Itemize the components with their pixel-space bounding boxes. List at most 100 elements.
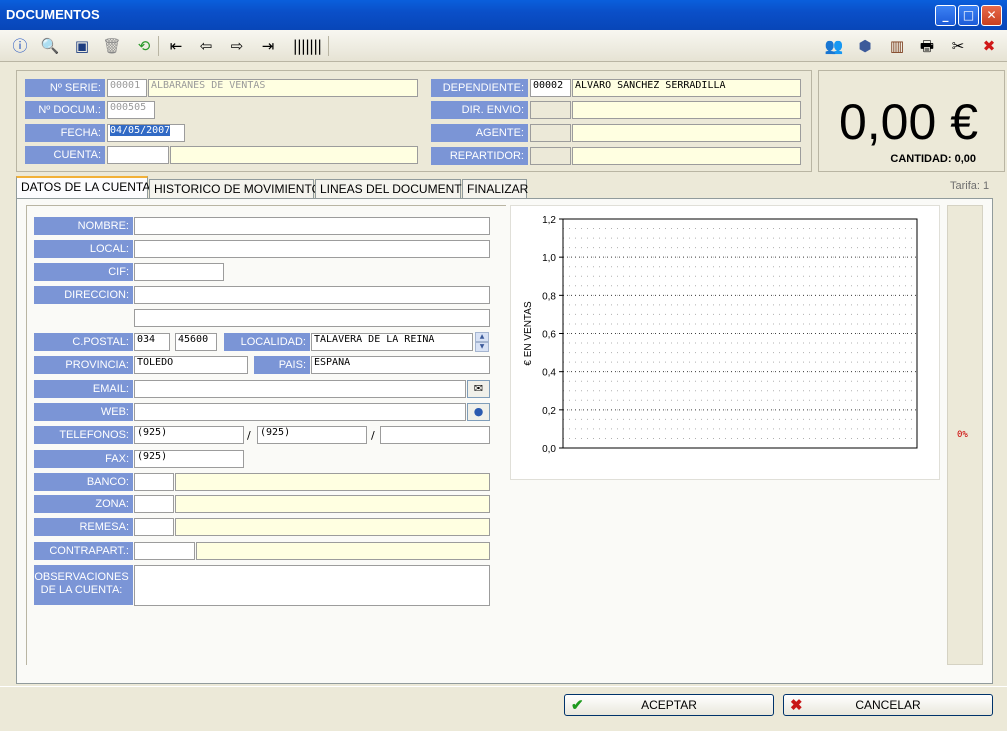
first-record-icon[interactable]: ⇤ (164, 34, 188, 58)
window-title: DOCUMENTOS (6, 7, 100, 22)
accept-label: ACEPTAR (641, 698, 697, 712)
box-icon[interactable]: ⬢ (853, 34, 877, 58)
direccion-field-1[interactable] (134, 286, 490, 304)
search-icon[interactable]: 🔍 (38, 34, 62, 58)
web-label: WEB: (34, 403, 133, 421)
tarifa-label: Tarifa: 1 (950, 180, 990, 192)
save-icon[interactable]: ▣ (70, 34, 94, 58)
serie-code-field[interactable]: 00001 (107, 79, 147, 97)
pais-field[interactable]: ESPAÑA (311, 356, 490, 374)
globe-icon[interactable]: ● (467, 403, 490, 421)
nombre-label: NOMBRE: (34, 217, 133, 235)
observaciones-field[interactable] (134, 565, 490, 606)
localidad-spinner[interactable]: ▲ ▼ (475, 332, 489, 352)
tab-historico[interactable]: HISTORICO DE MOVIMIENTOS (149, 179, 329, 198)
refresh-icon[interactable]: ⟲ (132, 34, 156, 58)
spin-down-icon[interactable]: ▼ (475, 342, 489, 352)
mail-icon[interactable]: ✉ (467, 380, 490, 398)
nombre-field[interactable] (134, 217, 490, 235)
cif-field[interactable] (134, 263, 224, 281)
observaciones-label: OBSERVACIONES DE LA CUENTA: (34, 565, 133, 605)
last-record-icon[interactable]: ⇥ (256, 34, 280, 58)
progress-percent: 0% (957, 430, 968, 440)
local-label: LOCAL: (34, 240, 133, 258)
y-tick-label: 0,6 (542, 330, 556, 341)
title-bar: DOCUMENTOS _ □ ✕ (0, 0, 1007, 30)
y-tick-label: 0,2 (542, 406, 556, 417)
maximize-button[interactable]: □ (958, 5, 979, 26)
close-button[interactable]: ✕ (981, 5, 1002, 26)
agente-code-field[interactable] (530, 124, 571, 142)
agente-label: AGENTE: (431, 124, 528, 142)
y-tick-label: 0,8 (542, 291, 556, 302)
telefono-3-field[interactable] (380, 426, 490, 444)
telefono-separator-1: / (247, 429, 251, 442)
repartidor-name-field[interactable] (572, 147, 801, 165)
contrapart-name-field[interactable] (196, 542, 490, 560)
zona-name-field[interactable] (175, 495, 490, 513)
local-field[interactable] (134, 240, 490, 258)
dir-envio-code-field[interactable] (530, 101, 571, 119)
dependiente-name-field[interactable]: ALVARO SANCHEZ SERRADILLA (572, 79, 801, 97)
fecha-field[interactable]: 04/05/2007 (107, 124, 185, 142)
agente-name-field[interactable] (572, 124, 801, 142)
observaciones-label-line1: OBSERVACIONES (34, 571, 129, 583)
remesa-code-field[interactable] (134, 518, 174, 536)
cuenta-code-field[interactable] (107, 146, 169, 164)
users-icon[interactable]: 👥 (822, 34, 846, 58)
telefono-separator-2: / (371, 429, 375, 442)
accept-button[interactable]: ✔ ACEPTAR (564, 694, 774, 716)
check-icon: ✔ (571, 697, 584, 714)
exit-icon[interactable]: ✖ (977, 34, 1001, 58)
spin-up-icon[interactable]: ▲ (475, 332, 489, 342)
docum-field[interactable]: 000505 (107, 101, 155, 119)
repartidor-code-field[interactable] (530, 147, 571, 165)
email-field[interactable] (134, 380, 466, 398)
help-icon[interactable]: ⓘ (8, 34, 32, 58)
cuenta-name-field[interactable] (170, 146, 418, 164)
banco-code-field[interactable] (134, 473, 174, 491)
cancel-button[interactable]: ✖ CANCELAR (783, 694, 993, 716)
pais-label: PAIS: (254, 356, 310, 374)
email-label: EMAIL: (34, 380, 133, 398)
previous-record-icon[interactable]: ⇦ (194, 34, 218, 58)
y-axis-label: € EN VENTAS (523, 301, 534, 366)
provincia-label: PROVINCIA: (34, 356, 133, 374)
serie-name-field[interactable]: ALBARANES DE VENTAS (148, 79, 418, 97)
tab-lineas[interactable]: LINEAS DEL DOCUMENTO (315, 179, 471, 198)
banco-label: BANCO: (34, 473, 133, 491)
contrapart-code-field[interactable] (134, 542, 195, 560)
dir-envio-name-field[interactable] (572, 101, 801, 119)
contrapart-label: CONTRAPART.: (34, 542, 133, 560)
telefono-1-field[interactable]: (925) (134, 426, 244, 444)
telefono-2-field[interactable]: (925) (257, 426, 367, 444)
print-icon[interactable]: 🖶 (915, 34, 939, 58)
repartidor-label: REPARTIDOR: (431, 147, 528, 165)
tools-icon[interactable]: ✂ (946, 34, 970, 58)
fax-field[interactable]: (925) (134, 450, 244, 468)
direccion-label: DIRECCION: (34, 286, 133, 304)
zona-code-field[interactable] (134, 495, 174, 513)
barcode-icon[interactable]: ||||||| (292, 34, 322, 58)
web-field[interactable] (134, 403, 466, 421)
tab-finalizar[interactable]: FINALIZAR (462, 179, 528, 198)
total-amount: 0,00 € (838, 94, 978, 150)
dependiente-code-field[interactable]: 00002 (530, 79, 571, 97)
localidad-field[interactable]: TALAVERA DE LA REINA (311, 333, 473, 351)
cpostal-field[interactable]: 45600 (175, 333, 217, 351)
observaciones-label-line2: DE LA CUENTA: (40, 584, 123, 596)
total-quantity: CANTIDAD: 0,00 (890, 153, 976, 165)
remesa-name-field[interactable] (175, 518, 490, 536)
direccion-field-2[interactable] (134, 309, 490, 327)
provincia-field[interactable]: TOLEDO (134, 356, 248, 374)
cif-label: CIF: (34, 263, 133, 281)
cuenta-label: CUENTA: (25, 146, 105, 164)
minimize-button[interactable]: _ (935, 5, 956, 26)
tab-datos-cuenta[interactable]: DATOS DE LA CUENTA (16, 176, 150, 199)
dependiente-label: DEPENDIENTE: (431, 79, 528, 97)
banco-name-field[interactable] (175, 473, 490, 491)
bar-chart-icon[interactable]: ▥ (885, 34, 909, 58)
trash-icon[interactable]: 🗑 (100, 34, 124, 58)
next-record-icon[interactable]: ⇨ (225, 34, 249, 58)
cpostal-prefix-field[interactable]: 034 (134, 333, 170, 351)
